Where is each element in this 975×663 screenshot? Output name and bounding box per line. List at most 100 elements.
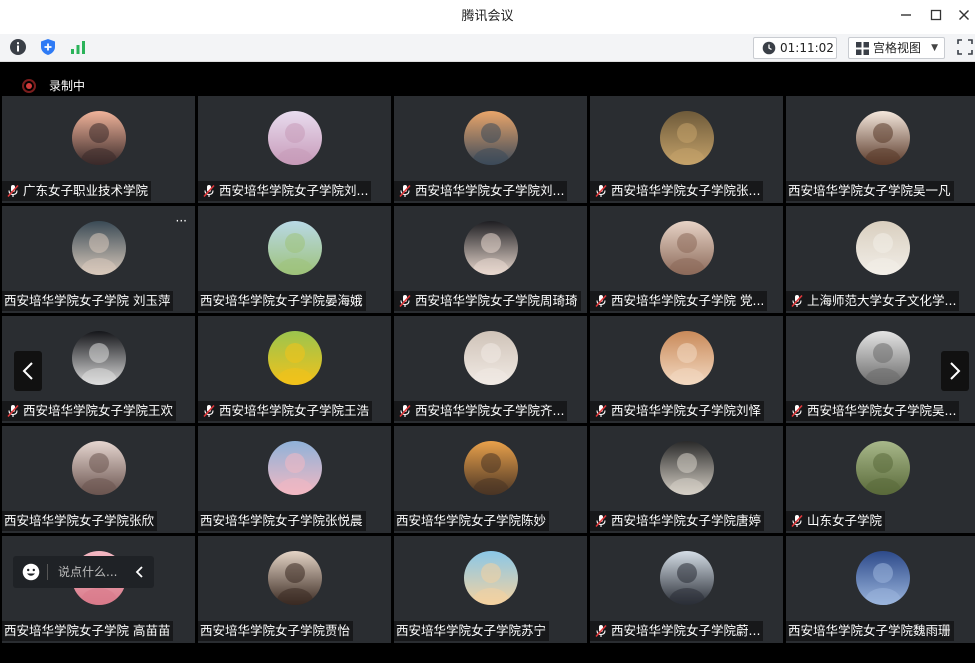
participant-name-label: 西安培华学院女子学院吴一凡 (786, 181, 954, 201)
participant-name: 西安培华学院女子学院魏雨珊 (788, 623, 951, 638)
participant-name-label: 西安培华学院女子学院刘... (198, 181, 372, 201)
participant-tile[interactable]: 广东女子职业技术学院 (2, 96, 195, 203)
fullscreen-icon (957, 39, 973, 55)
avatar (660, 551, 714, 605)
participant-name-label: 西安培华学院女子学院齐... (394, 401, 568, 421)
participant-name-label: 西安培华学院女子学院 党... (590, 291, 768, 311)
minimize-button[interactable] (896, 7, 916, 27)
participant-tile[interactable]: 西安培华学院女子学院魏雨珊 (786, 536, 975, 643)
avatar (856, 111, 910, 165)
fullscreen-button[interactable] (957, 39, 973, 55)
participant-name: 西安培华学院女子学院贾怡 (200, 623, 351, 638)
participant-name: 西安培华学院女子学院齐... (415, 403, 565, 418)
mic-muted-icon (595, 624, 607, 638)
participant-name-label: 西安培华学院女子学院刘怿 (590, 401, 765, 421)
participant-tile[interactable]: 山东女子学院 (786, 426, 975, 533)
mic-muted-icon (203, 184, 215, 198)
participant-name-label: 西安培华学院女子学院刘... (394, 181, 568, 201)
mic-muted-icon (791, 404, 803, 418)
participant-name: 西安培华学院女子学院陈妙 (396, 513, 547, 528)
shield-icon[interactable] (39, 38, 57, 56)
participant-tile[interactable]: 西安培华学院女子学院贾怡 (198, 536, 391, 643)
avatar (464, 441, 518, 495)
participant-name-label: 西安培华学院女子学院蔚... (590, 621, 764, 641)
participant-name-label: 西安培华学院女子学院贾怡 (198, 621, 354, 641)
participant-name: 西安培华学院女子学院王欢 (23, 403, 174, 418)
participant-tile[interactable]: 西安培华学院女子学院唐婷 (590, 426, 783, 533)
avatar (268, 441, 322, 495)
avatar (268, 551, 322, 605)
participant-name: 西安培华学院女子学院吴一凡 (788, 183, 951, 198)
signal-icon[interactable] (69, 38, 87, 56)
record-icon (22, 79, 36, 93)
participant-tile[interactable]: 西安培华学院女子学院齐... (394, 316, 587, 423)
more-options-icon[interactable]: ··· (176, 214, 187, 228)
participant-tile[interactable]: 西安培华学院女子学院陈妙 (394, 426, 587, 533)
video-stage: 录制中 广东女子职业技术学院 西安培华学院女子学院刘... 西安培华学院女子学院刘.… (0, 62, 975, 663)
maximize-button[interactable] (926, 7, 946, 27)
participant-tile[interactable]: 西安培华学院女子学院周琦琦 (394, 206, 587, 313)
prev-page-button[interactable] (14, 351, 42, 391)
participant-tile[interactable]: 西安培华学院女子学院苏宁 (394, 536, 587, 643)
participant-name-label: 西安培华学院女子学院晏海娥 (198, 291, 366, 311)
participant-name-label: 上海师范大学女子文化学... (786, 291, 960, 311)
participant-tile[interactable]: 西安培华学院女子学院张欣 (2, 426, 195, 533)
mic-muted-icon (595, 294, 607, 308)
participant-tile[interactable]: ··· 西安培华学院女子学院 刘玉萍 (2, 206, 195, 313)
info-icon[interactable] (9, 38, 27, 56)
participant-tile[interactable]: 西安培华学院女子学院张... (590, 96, 783, 203)
avatar (464, 221, 518, 275)
participant-name: 西安培华学院女子学院 刘玉萍 (4, 293, 171, 308)
participant-tile[interactable]: 西安培华学院女子学院刘怿 (590, 316, 783, 423)
participant-name: 西安培华学院女子学院刘怿 (611, 403, 762, 418)
maximize-icon (930, 9, 942, 21)
participant-tile[interactable]: 西安培华学院女子学院王浩 (198, 316, 391, 423)
avatar (660, 331, 714, 385)
participant-tile[interactable]: 西安培华学院女子学院 党... (590, 206, 783, 313)
participant-tile[interactable]: 西安培华学院女子学院蔚... (590, 536, 783, 643)
participant-name-label: 西安培华学院女子学院王欢 (2, 401, 177, 421)
emoji-icon (22, 563, 40, 581)
participant-name-label: 广东女子职业技术学院 (2, 181, 152, 201)
avatar (464, 551, 518, 605)
close-button[interactable] (954, 7, 974, 27)
avatar (268, 221, 322, 275)
view-mode-label: 宫格视图 (873, 41, 922, 55)
chevron-right-icon (950, 362, 961, 380)
participant-tile[interactable]: 西安培华学院女子学院晏海娥 (198, 206, 391, 313)
participant-tile[interactable]: 西安培华学院女子学院刘... (198, 96, 391, 203)
participant-tile[interactable]: 西安培华学院女子学院吴一凡 (786, 96, 975, 203)
participant-tile[interactable]: 上海师范大学女子文化学... (786, 206, 975, 313)
mic-muted-icon (399, 184, 411, 198)
recording-label: 录制中 (49, 79, 86, 93)
participant-name-label: 山东女子学院 (786, 511, 886, 531)
view-mode-dropdown[interactable]: 宫格视图 ▼ (848, 37, 945, 59)
participant-name-label: 西安培华学院女子学院陈妙 (394, 511, 550, 531)
title-bar: 腾讯会议 (0, 0, 975, 34)
participant-name-label: 西安培华学院女子学院张欣 (2, 511, 158, 531)
avatar (856, 551, 910, 605)
participant-tile[interactable]: 西安培华学院女子学院张悦晨 (198, 426, 391, 533)
recording-indicator: 录制中 (22, 78, 85, 94)
mic-muted-icon (399, 404, 411, 418)
participant-name-label: 西安培华学院女子学院魏雨珊 (786, 621, 954, 641)
avatar (72, 441, 126, 495)
participant-name: 西安培华学院女子学院张悦晨 (200, 513, 363, 528)
mic-muted-icon (791, 514, 803, 528)
avatar (464, 331, 518, 385)
chat-placeholder[interactable]: 说点什么... (58, 556, 117, 588)
mic-muted-icon (595, 514, 607, 528)
avatar (660, 441, 714, 495)
chat-input-bar[interactable]: 说点什么... (13, 556, 154, 588)
mic-muted-icon (7, 184, 19, 198)
participant-name: 西安培华学院女子学院 党... (611, 293, 765, 308)
avatar (268, 111, 322, 165)
next-page-button[interactable] (941, 351, 969, 391)
participant-name: 西安培华学院女子学院王浩 (219, 403, 370, 418)
participant-tile[interactable]: 西安培华学院女子学院 高苗苗 (2, 536, 195, 643)
participant-name-label: 西安培华学院女子学院张悦晨 (198, 511, 366, 531)
participant-name: 山东女子学院 (807, 513, 883, 528)
participant-name-label: 西安培华学院女子学院周琦琦 (394, 291, 581, 311)
participant-tile[interactable]: 西安培华学院女子学院刘... (394, 96, 587, 203)
avatar (660, 221, 714, 275)
